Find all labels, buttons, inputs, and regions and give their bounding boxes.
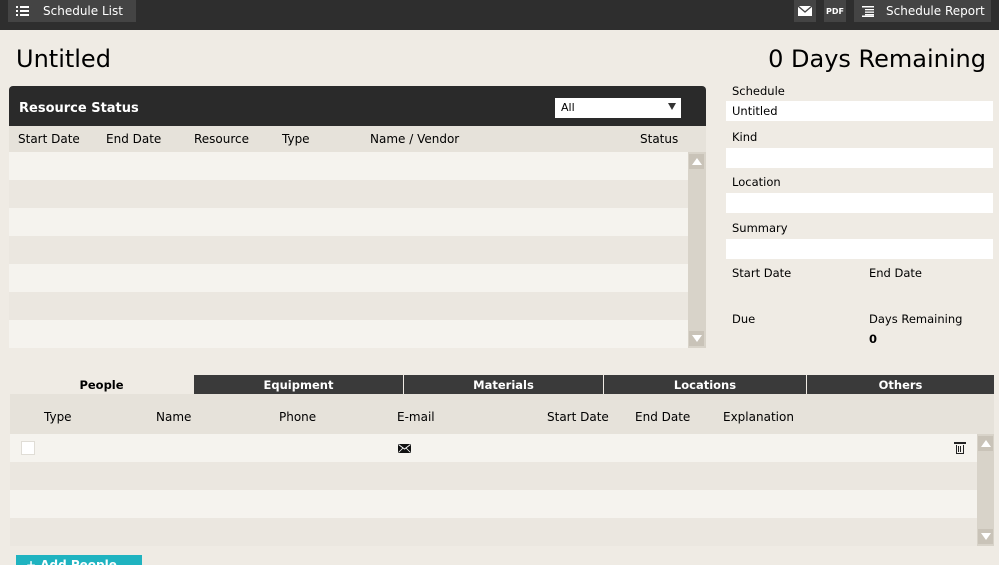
kind-label: Kind [732, 130, 758, 144]
end-date-label: End Date [869, 266, 922, 280]
people-table [10, 434, 977, 546]
tab-locations[interactable]: Locations [603, 375, 806, 394]
days-remaining-title: 0 Days Remaining [768, 45, 986, 73]
column-phone: Phone [279, 410, 317, 424]
summary-label: Summary [732, 221, 788, 235]
column-resource: Resource [194, 132, 250, 146]
table-row[interactable] [9, 180, 688, 208]
column-type: Type [44, 410, 72, 424]
people-columns: Type Name Phone E-mail Start Date End Da… [10, 394, 994, 434]
column-end-date: End Date [635, 410, 691, 424]
scroll-up-button[interactable] [978, 436, 993, 451]
scroll-up-button[interactable] [689, 154, 704, 169]
envelope-icon[interactable] [398, 444, 411, 453]
days-remaining-value: 0 [869, 332, 878, 346]
arrow-up-icon [981, 440, 991, 447]
column-start-date: Start Date [18, 132, 80, 146]
table-row[interactable] [9, 292, 688, 320]
add-people-button[interactable]: + Add People [16, 555, 142, 565]
table-row[interactable] [9, 236, 688, 264]
top-toolbar: Schedule List PDF Schedule Report [0, 0, 999, 30]
table-row[interactable] [10, 518, 977, 546]
resource-status-header: Resource Status All [9, 86, 706, 126]
table-row[interactable] [10, 490, 977, 518]
column-explanation: Explanation [723, 410, 794, 424]
tab-others[interactable]: Others [806, 375, 994, 394]
report-icon [862, 5, 874, 17]
column-type: Type [282, 132, 310, 146]
table-row[interactable] [9, 264, 688, 292]
tab-people[interactable]: People [10, 375, 193, 394]
column-email: E-mail [397, 410, 435, 424]
schedule-list-button[interactable]: Schedule List [8, 0, 136, 22]
due-label: Due [732, 312, 756, 326]
arrow-up-icon [692, 158, 702, 165]
page-title: Untitled [16, 45, 111, 73]
location-label: Location [732, 175, 781, 189]
list-icon [16, 5, 29, 17]
column-name-vendor: Name / Vendor [370, 132, 460, 146]
schedule-report-label: Schedule Report [886, 4, 985, 18]
schedule-label: Schedule [732, 84, 785, 98]
resource-status-scrollbar[interactable] [688, 152, 706, 348]
filter-value: All [561, 101, 575, 114]
scroll-down-button[interactable] [978, 529, 993, 544]
table-row[interactable] [9, 320, 688, 348]
arrow-down-icon [692, 335, 702, 342]
location-input[interactable] [726, 193, 993, 213]
table-row[interactable] [10, 462, 977, 490]
people-scrollbar[interactable] [977, 434, 994, 546]
table-row[interactable] [10, 434, 977, 462]
column-status: Status [640, 132, 679, 146]
column-start-date: Start Date [547, 410, 609, 424]
resource-status-filter[interactable]: All [555, 98, 681, 118]
schedule-list-label: Schedule List [43, 4, 123, 18]
trash-icon[interactable] [954, 442, 966, 454]
schedule-report-button[interactable]: Schedule Report [854, 0, 991, 22]
pdf-label: PDF [826, 6, 844, 16]
dropdown-arrow-icon [668, 103, 676, 110]
days-remaining-label: Days Remaining [869, 312, 963, 326]
envelope-icon [798, 6, 812, 16]
tab-equipment[interactable]: Equipment [193, 375, 403, 394]
arrow-down-icon [981, 533, 991, 540]
scroll-down-button[interactable] [689, 331, 704, 346]
resource-status-table [9, 152, 688, 348]
row-checkbox[interactable] [21, 441, 35, 455]
table-row[interactable] [9, 152, 688, 180]
pdf-button[interactable]: PDF [824, 0, 846, 22]
column-end-date: End Date [106, 132, 162, 146]
summary-input[interactable] [726, 239, 993, 259]
schedule-input[interactable]: Untitled [726, 101, 993, 121]
column-name: Name [156, 410, 192, 424]
start-date-label: Start Date [732, 266, 792, 280]
tab-materials[interactable]: Materials [403, 375, 603, 394]
resource-tabs: People Equipment Materials Locations Oth… [10, 375, 994, 394]
kind-input[interactable] [726, 148, 993, 168]
resource-status-columns: Start Date End Date Resource Type Name /… [9, 126, 706, 152]
email-button[interactable] [794, 0, 816, 22]
table-row[interactable] [9, 208, 688, 236]
resource-status-title: Resource Status [19, 101, 139, 116]
